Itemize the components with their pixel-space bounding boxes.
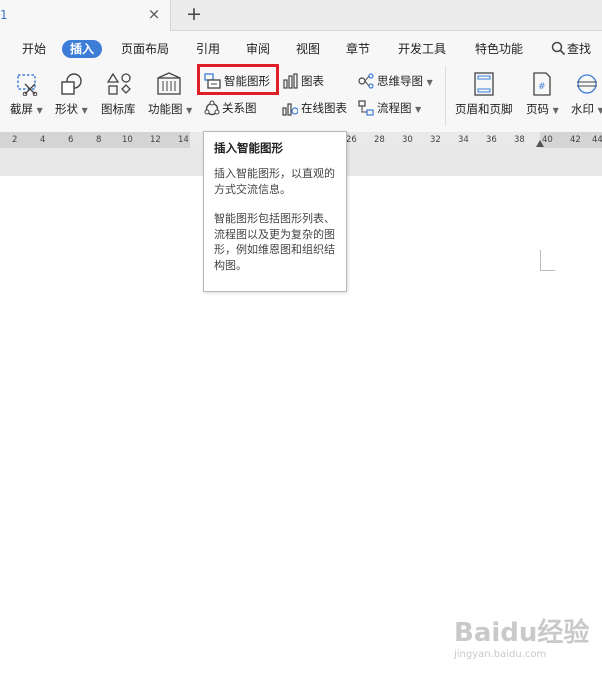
page-number-button[interactable]: 页码 ▼ [526, 102, 559, 118]
baidu-watermark: Baidu经验 jingyan.baidu.com [454, 612, 594, 672]
watermark-tool-icon[interactable] [575, 72, 599, 96]
flowchart-icon[interactable] [358, 100, 374, 116]
flowchart-button[interactable]: 流程图 ▼ [377, 99, 421, 117]
menu-page-layout[interactable]: 页面布局 [121, 40, 169, 58]
new-tab-icon[interactable]: + [184, 4, 204, 24]
smart-art-highlight [197, 64, 279, 95]
page-corner-mark [540, 250, 555, 271]
menu-insert[interactable]: 插入 [62, 40, 103, 58]
menu-chapter[interactable]: 章节 [346, 40, 370, 58]
menu-review[interactable]: 审阅 [246, 40, 270, 58]
icon-library-button[interactable]: 图标库 [101, 102, 136, 116]
function-chart-button[interactable]: 功能图 ▼ [148, 102, 192, 118]
menu-developer[interactable]: 开发工具 [398, 40, 446, 58]
ruler-number: 30 [402, 135, 413, 145]
ruler-number: 2 [12, 135, 18, 145]
watermark-brand: Baidu经验 [454, 618, 590, 648]
svg-text:#: # [538, 82, 546, 92]
indent-marker[interactable] [536, 140, 544, 147]
close-icon[interactable]: × [146, 6, 162, 22]
online-chart-button[interactable]: 在线图表 [301, 99, 347, 117]
search-icon[interactable] [551, 41, 566, 56]
header-footer-icon[interactable] [473, 72, 495, 96]
header-footer-button[interactable]: 页眉和页脚 [455, 102, 513, 116]
ruler-number: 4 [40, 135, 46, 145]
ruler-number: 12 [150, 135, 161, 145]
relation-chart-button[interactable]: 关系图 [222, 99, 257, 117]
menu-home[interactable]: 开始 [22, 40, 46, 58]
ruler-number: 6 [68, 135, 74, 145]
ribbon-separator [445, 66, 446, 126]
document-tab-title[interactable]: 1 [0, 8, 8, 22]
shapes-button[interactable]: 形状 ▼ [55, 102, 88, 118]
chart-icon[interactable] [282, 73, 298, 89]
ruler-number: 26 [346, 135, 357, 145]
online-chart-icon[interactable] [282, 100, 298, 116]
mind-map-icon[interactable] [358, 73, 374, 89]
screenshot-button[interactable]: 截屏 ▼ [10, 102, 43, 118]
tooltip-title: 插入智能图形 [214, 141, 283, 155]
page-number-icon[interactable]: # [532, 72, 552, 96]
ruler-number: 8 [96, 135, 102, 145]
ruler-number: 38 [514, 135, 525, 145]
shapes-icon[interactable] [59, 72, 85, 96]
screenshot-icon[interactable] [15, 72, 41, 96]
ruler-number: 14 [178, 135, 189, 145]
ruler-number: 42 [570, 135, 581, 145]
menu-special-features[interactable]: 特色功能 [475, 40, 523, 58]
relation-chart-icon[interactable] [204, 100, 220, 116]
watermark-button[interactable]: 水印 ▼ [571, 102, 602, 118]
ruler-number: 34 [458, 135, 469, 145]
function-chart-icon[interactable] [156, 72, 182, 96]
menu-view[interactable]: 视图 [296, 40, 320, 58]
mind-map-button[interactable]: 思维导图 ▼ [377, 72, 433, 90]
menu-references[interactable]: 引用 [196, 40, 220, 58]
ruler-number: 10 [122, 135, 133, 145]
smart-art-tooltip: 插入智能图形 插入智能图形，以直观的方式交流信息。 智能图形包括图形列表、流程图… [203, 131, 347, 292]
ruler-number: 36 [486, 135, 497, 145]
tooltip-description: 插入智能图形，以直观的方式交流信息。 [214, 167, 335, 196]
ruler-number: 44 [592, 135, 602, 145]
search-label[interactable]: 查找 [567, 40, 591, 58]
watermark-url: jingyan.baidu.com [454, 649, 547, 660]
icon-library-icon[interactable] [107, 72, 133, 96]
chart-button[interactable]: 图表 [301, 72, 324, 90]
ruler-number: 28 [374, 135, 385, 145]
tooltip-details: 智能图形包括图形列表、流程图以及更为复杂的图形，例如维恩图和组织结构图。 [214, 212, 335, 272]
ruler-number: 32 [430, 135, 441, 145]
